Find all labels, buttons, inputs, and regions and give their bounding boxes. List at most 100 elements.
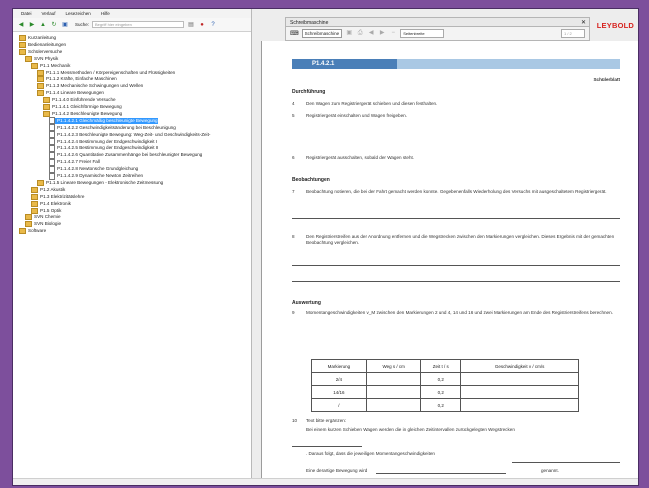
zoom-out-icon[interactable]: − — [389, 30, 397, 37]
tree-folder-item[interactable]: P1.1.4.0 Einführende Versuche — [43, 97, 116, 104]
folder-icon — [43, 110, 50, 117]
tree-document-item[interactable]: P1.1.4.2.7 Freier Fall — [49, 158, 100, 166]
tree-folder-item[interactable]: P1.1.1 Messmethoden / Körpereigenschafte… — [37, 69, 176, 76]
folder-icon — [37, 76, 44, 83]
table-header-cell: Markierung — [311, 359, 367, 373]
tree-folder-item[interactable]: SVN Physik — [25, 55, 59, 62]
tree-document-item[interactable]: P1.1.4.2.9 Dynamische Newton Zeitreihen — [49, 172, 143, 180]
tree-folder-item[interactable]: P1.4 Elektronik — [31, 200, 71, 207]
tree-folder-item[interactable]: P1.5 Optik — [31, 207, 61, 214]
menu-file[interactable]: Datei — [21, 11, 32, 16]
tree-item-label: P1.1 Mechanik — [40, 62, 71, 68]
folder-icon — [19, 41, 26, 48]
back-arrow-icon[interactable]: ◀ — [17, 21, 25, 29]
search-input[interactable]: Begriff hier eingeben — [92, 21, 185, 28]
document-viewer: P1.4.2.1 Schülerblatt Durchführung 4 Den … — [252, 9, 638, 485]
menu-bar: Datei Verlauf Lesezeichen Hilfe — [13, 9, 251, 18]
tree-document-item[interactable]: P1.1.4.2.4 Bestimmung der Endgeschwindig… — [49, 138, 157, 145]
folder-icon — [19, 48, 26, 55]
folder-icon — [25, 55, 32, 62]
typewriter-toolbar: ⌨ Schreibmaschine ▣ ⎙ ◀ ▶ − Seitenbreite… — [285, 27, 590, 41]
status-bar — [13, 478, 638, 485]
tree-document-item[interactable]: P1.1.4.2.6 Quantitative Zusammenhänge be… — [49, 151, 203, 159]
next-page-icon[interactable]: ▶ — [378, 30, 386, 37]
tree-folder-item[interactable]: P1.1.2 Kräfte, Einfache Maschinen — [37, 76, 117, 83]
prev-page-icon[interactable]: ◀ — [367, 30, 375, 37]
tree-item-label: P1.1.4.2.1 Gleichmäßig beschleunigte Bew… — [57, 117, 158, 123]
print-icon[interactable]: ⎙ — [356, 30, 364, 37]
tree-document-item[interactable]: P1.1.4.2.2 Geschwindigkeitsänderung bei … — [49, 124, 176, 132]
table-cell: 0,2 — [420, 385, 462, 399]
tree-folder-item[interactable]: P1.1.4 Lineare Bewegungen — [37, 90, 104, 97]
answer-line — [292, 281, 620, 282]
table-cell — [365, 398, 422, 412]
folder-icon — [31, 200, 38, 207]
table-header-cell: Geschwindigkeit v / cm/s — [460, 359, 579, 373]
tree-folder-item[interactable]: Kurzanleitung — [19, 35, 56, 41]
tree-folder-item[interactable]: P1.2 Akustik — [31, 186, 66, 193]
tree-folder-item[interactable]: P1.1.4.1 Gleichförmige Bewegung — [43, 104, 122, 110]
leybold-logo: LEYBOLD — [596, 21, 634, 30]
tree-item-label: P1.1.4.2.6 Quantitative Zusammenhänge be… — [57, 152, 203, 158]
step-5: 5 Registriergerät einschalten und Wagen f… — [292, 113, 407, 118]
document-icon[interactable]: ▤ — [187, 21, 195, 29]
tree-folder-item[interactable]: P1.3 Elektrizitätslehre — [31, 193, 84, 200]
tree-folder-item[interactable]: SVN Biologie — [25, 221, 61, 228]
print-icon[interactable]: ▣ — [61, 21, 69, 29]
tree-item-label: SVN Physik — [34, 55, 59, 61]
home-icon[interactable]: ▲ — [39, 21, 47, 29]
table-header-cell: Weg s / cm — [365, 359, 422, 373]
results-table: Markierung Weg s / cm Zeit t / s Geschwi… — [311, 359, 579, 412]
tree-item-label: P1.1.4.2.5 Bestimmung der Endgeschwindig… — [57, 145, 159, 151]
menu-help[interactable]: Hilfe — [101, 11, 110, 16]
table-cell: 0,2 — [420, 372, 462, 386]
table-row: / 0,2 — [311, 398, 579, 412]
tree-item-label: P1.1.4.0 Einführende Versuche — [52, 97, 116, 103]
step-8: 8 Den Registrierstreifen aus der Anordnun… — [292, 234, 615, 245]
zoom-select[interactable]: Seitenbreite — [400, 29, 445, 38]
menu-bookmarks[interactable]: Lesezeichen — [66, 11, 91, 16]
table-cell: 2/4 — [311, 372, 367, 386]
tree-document-item[interactable]: P1.1.4.2.8 Newtonsche Grundgleichung — [49, 165, 138, 173]
table-header-row: Markierung Weg s / cm Zeit t / s Geschwi… — [311, 359, 579, 373]
menu-history[interactable]: Verlauf — [42, 11, 56, 16]
tree-folder-item[interactable]: Software — [19, 228, 47, 235]
refresh-icon[interactable]: ↻ — [50, 21, 58, 29]
help-icon[interactable]: ? — [209, 21, 217, 29]
tree-item-label: P1.1.5 Lineare Bewegungen - Elektronisch… — [46, 179, 164, 185]
tree-document-item[interactable]: P1.1.4.2.5 Bestimmung der Endgeschwindig… — [49, 144, 159, 152]
typewriter-button[interactable]: Schreibmaschine — [301, 29, 343, 38]
typewriter-panel-title: Schreibmaschine ✕ — [285, 17, 590, 27]
tree-item-label: P1.1.4.2.2 Geschwindigkeitsänderung bei … — [57, 124, 176, 130]
experiment-code: P1.4.2.1 — [292, 59, 397, 69]
tree-document-item[interactable]: P1.1.4.2.1 Gleichmäßig beschleunigte Bew… — [49, 117, 158, 125]
step-7: 7 Beobachtung notieren, die bei der Fahrt… — [292, 189, 607, 194]
tree-document-item[interactable]: P1.1.4.2.3 Beschleunigte Bewegung: Weg-Z… — [49, 131, 210, 139]
folder-icon — [19, 35, 26, 41]
tree-folder-item[interactable]: P1.1.5 Lineare Bewegungen - Elektronisch… — [37, 179, 164, 186]
tree-item-label: SVN Chemie — [34, 214, 61, 220]
folder-icon — [37, 83, 44, 90]
step-10-text: Bei einem kurzen Schieben Wagen werden d… — [306, 427, 515, 432]
forward-arrow-icon[interactable]: ▶ — [28, 21, 36, 29]
table-cell: 0,2 — [420, 398, 462, 412]
tree-folder-item[interactable]: Schülerversuche — [19, 48, 63, 55]
tree-folder-item[interactable]: P1.1 Mechanik — [31, 62, 71, 69]
tree-item-label: P1.1.1 Messmethoden / Körpereigenschafte… — [46, 69, 176, 75]
tree-item-label: Schülerversuche — [28, 48, 63, 54]
tree-folder-item[interactable]: Bedienanleitungen — [19, 41, 66, 48]
tree-folder-item[interactable]: P1.1.3 Mechanische Schwingungen und Well… — [37, 83, 143, 90]
tree-item-label: P1.1.2 Kräfte, Einfache Maschinen — [46, 76, 117, 82]
tree-folder-item[interactable]: SVN Chemie — [25, 214, 61, 221]
table-cell — [365, 372, 422, 386]
search-label: Suche: — [75, 22, 90, 27]
tree-item-label: Software — [28, 228, 47, 234]
stop-icon[interactable]: ● — [198, 21, 206, 29]
save-icon[interactable]: ▣ — [345, 30, 353, 37]
page-input[interactable]: 1 / 2 — [561, 29, 585, 38]
folder-icon — [31, 207, 38, 214]
table-row: 2/4 0,2 — [311, 372, 579, 386]
tree-item-label: P1.2 Akustik — [40, 186, 66, 192]
tree-folder-item[interactable]: P1.1.4.2 Beschleunigte Bewegung — [43, 110, 122, 117]
tree-item-label: P1.1.4.1 Gleichförmige Bewegung — [52, 104, 122, 109]
